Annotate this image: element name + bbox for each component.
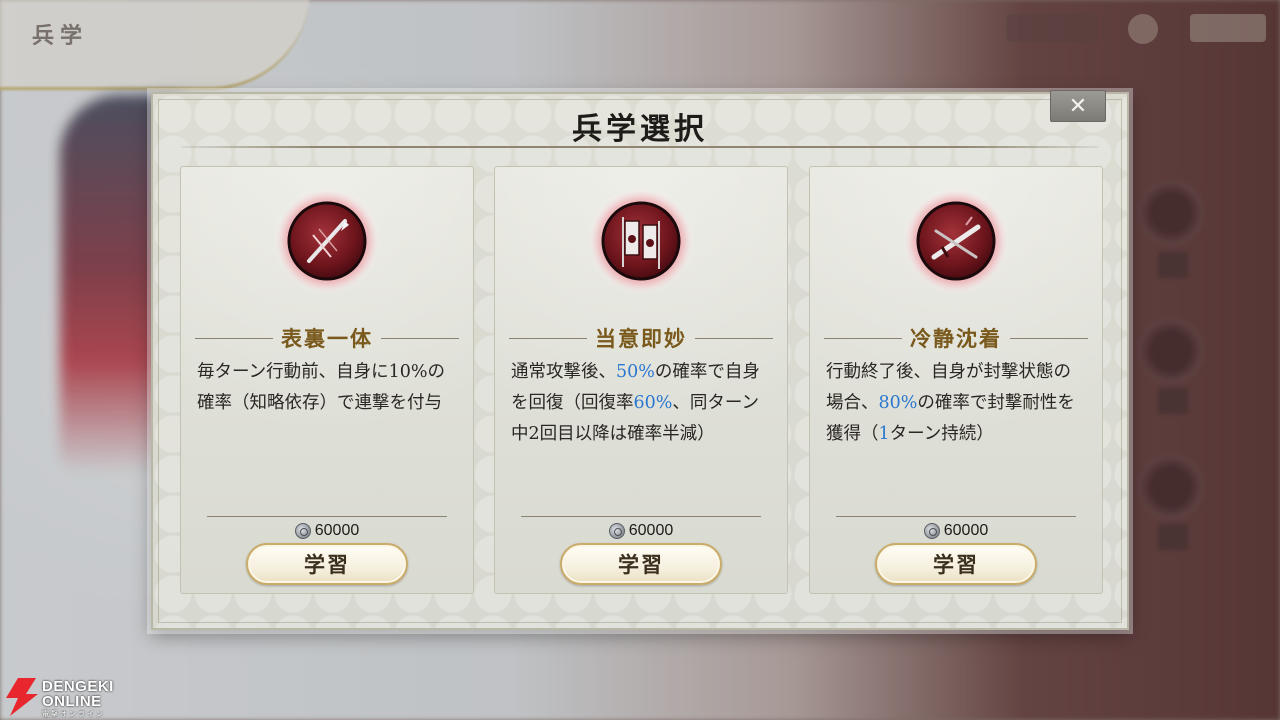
silver-coin-icon bbox=[608, 523, 625, 539]
heigaku-select-dialog: 兵学選択 ✕ 表裏一体 毎ターン行動前、自身に10%の確率（知略依存）で連撃を付… bbox=[151, 90, 1129, 630]
name-divider-left bbox=[195, 337, 273, 339]
skill-name-row: 冷静沈着 bbox=[824, 323, 1088, 353]
name-divider-left bbox=[824, 337, 902, 339]
silver-coin-icon bbox=[294, 523, 311, 539]
title-divider bbox=[181, 146, 1099, 148]
learn-cost: 60000 bbox=[181, 520, 473, 542]
cost-value: 60000 bbox=[943, 522, 989, 539]
cost-divider bbox=[207, 516, 447, 517]
learn-button[interactable]: 学習 bbox=[246, 543, 408, 585]
desc-highlight: 60% bbox=[633, 393, 673, 413]
desc-highlight: 50% bbox=[616, 362, 655, 382]
name-divider-left bbox=[509, 337, 587, 339]
skill-description: 通常攻撃後、50%の確率で自身を回復（回復率60%、同ターン中2回目以降は確率半… bbox=[511, 357, 769, 450]
cost-value: 60000 bbox=[314, 522, 360, 539]
desc-highlight: 1 bbox=[878, 424, 890, 444]
close-button[interactable]: ✕ bbox=[1050, 90, 1106, 122]
watermark-line3: 電撃オンライン bbox=[42, 710, 105, 718]
dengeki-online-watermark: DENGEKI ONLINE 電撃オンライン bbox=[4, 676, 134, 718]
war-banners-icon bbox=[587, 187, 695, 295]
spear-slash-icon bbox=[273, 187, 381, 295]
name-divider-right bbox=[1010, 337, 1088, 339]
name-divider-right bbox=[695, 337, 773, 339]
desc-highlight: 80% bbox=[878, 393, 918, 413]
learn-cost: 60000 bbox=[810, 520, 1102, 542]
skill-name: 表裏一体 bbox=[281, 326, 373, 351]
skill-description: 毎ターン行動前、自身に10%の確率（知略依存）で連撃を付与 bbox=[197, 357, 455, 419]
name-divider-right bbox=[381, 337, 459, 339]
learn-button[interactable]: 学習 bbox=[875, 543, 1037, 585]
silver-coin-icon bbox=[923, 523, 940, 539]
cost-divider bbox=[521, 516, 761, 517]
skill-card-2: 当意即妙 通常攻撃後、50%の確率で自身を回復（回復率60%、同ターン中2回目以… bbox=[494, 166, 788, 594]
skill-name-row: 表裏一体 bbox=[195, 323, 459, 353]
skill-card-3: 冷静沈着 行動終了後、自身が封撃状態の場合、80%の確率で封撃耐性を獲得（1ター… bbox=[809, 166, 1103, 594]
dialog-title: 兵学選択 bbox=[572, 112, 708, 147]
cost-divider bbox=[836, 516, 1076, 517]
cost-value: 60000 bbox=[628, 522, 674, 539]
skill-name-row: 当意即妙 bbox=[509, 323, 773, 353]
learn-cost: 60000 bbox=[495, 520, 787, 542]
learn-button[interactable]: 学習 bbox=[560, 543, 722, 585]
skill-card-1: 表裏一体 毎ターン行動前、自身に10%の確率（知略依存）で連撃を付与 60000… bbox=[180, 166, 474, 594]
crossed-swords-icon bbox=[902, 187, 1010, 295]
desc-text: 通常攻撃後、 bbox=[511, 362, 616, 382]
desc-text: ターン持続） bbox=[889, 424, 994, 444]
watermark-line2: ONLINE bbox=[42, 693, 102, 710]
skill-description: 行動終了後、自身が封撃状態の場合、80%の確率で封撃耐性を獲得（1ターン持続） bbox=[826, 357, 1084, 450]
desc-text: 毎ターン行動前、自身に10%の確率（知略依存）で連撃を付与 bbox=[197, 362, 446, 413]
lightning-logo-icon bbox=[6, 678, 38, 716]
skill-name: 当意即妙 bbox=[595, 326, 687, 351]
skill-name: 冷静沈着 bbox=[910, 326, 1002, 351]
